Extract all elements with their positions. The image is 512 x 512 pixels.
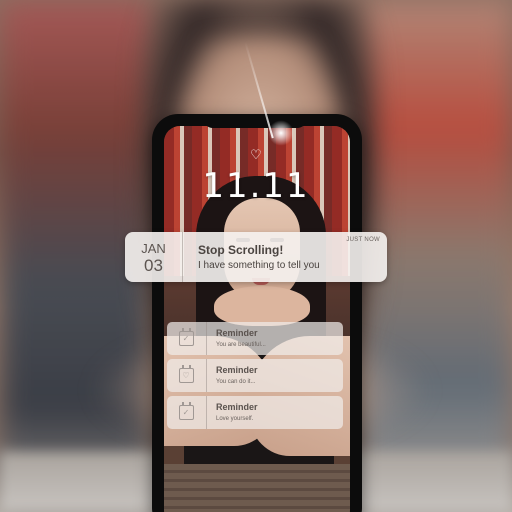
reminder-title: Reminder (216, 328, 258, 338)
notification-card[interactable]: JAN 03 Stop Scrolling! I have something … (125, 232, 387, 282)
notification-date: JAN 03 (125, 232, 183, 282)
reminder-icon-area: ✓ (167, 322, 207, 355)
reminder-body: Love yourself. (216, 416, 254, 422)
reminder-card[interactable]: ✓ Reminder Love yourself. (167, 396, 343, 429)
notification-date-month: JAN (141, 241, 166, 256)
notification-date-day: 03 (144, 256, 163, 275)
notification-body: I have something to tell you (198, 260, 320, 271)
calendar-heart-icon: ♡ (179, 365, 194, 383)
heart-icon: ♡ (250, 148, 262, 163)
reminder-body: You can do it... (216, 379, 256, 385)
reminder-icon-area: ♡ (167, 359, 207, 392)
notification-title: Stop Scrolling! (198, 243, 284, 257)
sparkle-icon (266, 118, 296, 148)
screen-hands (214, 286, 310, 326)
calendar-check-icon: ✓ (179, 328, 194, 346)
notification-timestamp: JUST NOW (346, 237, 380, 243)
reminder-card[interactable]: ♡ Reminder You can do it... (167, 359, 343, 392)
lock-screen-time: 11.11 (202, 166, 310, 206)
reminder-body: You are beautiful... (216, 342, 266, 348)
reminder-icon-area: ✓ (167, 396, 207, 429)
reminder-card[interactable]: ✓ Reminder You are beautiful... (167, 322, 343, 355)
reminder-title: Reminder (216, 365, 258, 375)
calendar-check-icon: ✓ (179, 402, 194, 420)
reminder-title: Reminder (216, 402, 258, 412)
screen-table (164, 464, 350, 512)
